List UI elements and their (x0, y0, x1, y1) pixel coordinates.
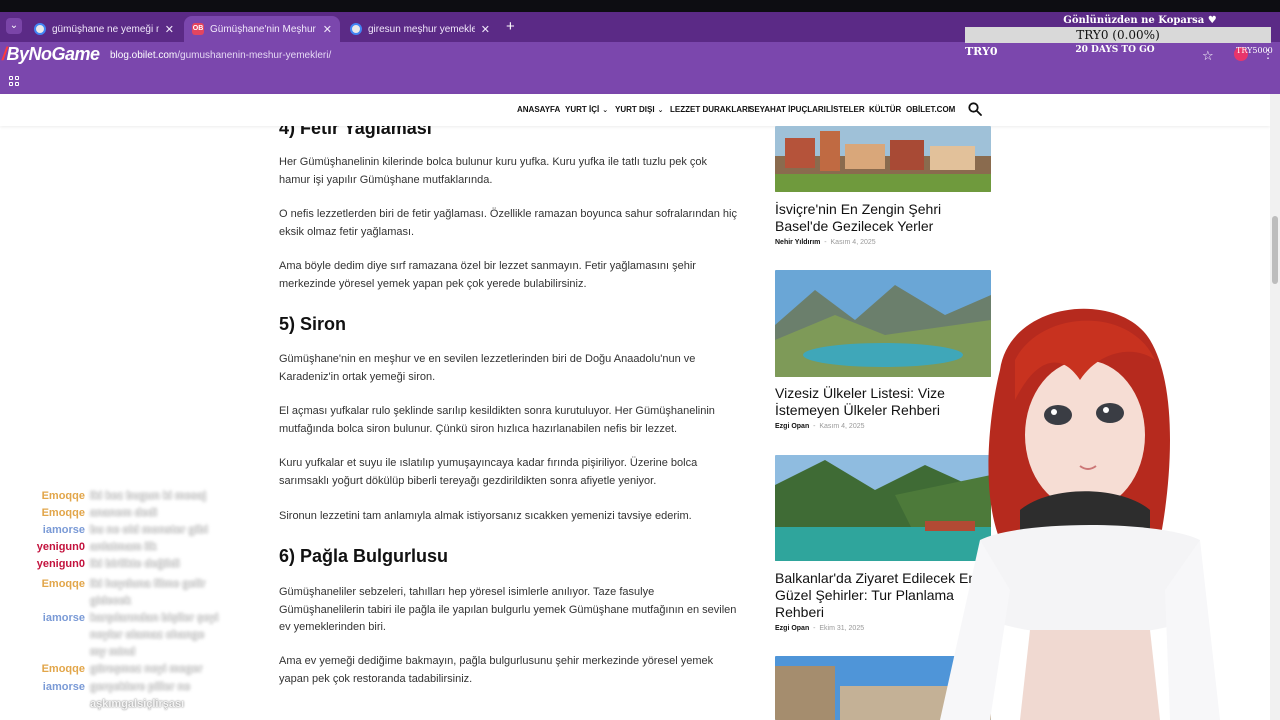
chat-message: iamorse bu ne old monster gibi (30, 524, 208, 542)
paragraph: Ama ev yemeği dediğime bakmayın, pağla b… (279, 655, 714, 685)
chat-username: Emoqqe (41, 490, 85, 502)
chat-username: yenigun0 (36, 541, 85, 553)
card-meta: Nehir Yıldırım - Kasım 4, 2025 (775, 239, 876, 246)
url-field[interactable]: blog.obilet.com/gumushanenin-meshur-yeme… (110, 50, 331, 61)
nav-kultur[interactable]: KÜLTÜR (869, 105, 901, 114)
chat-text: my mind (90, 646, 136, 658)
nav-yurt-ici[interactable]: YURT İÇİ ⌄ (565, 105, 608, 114)
chat-text: gidecek (90, 595, 131, 607)
bookmark-star-icon[interactable]: ☆ (1202, 48, 1214, 64)
chat-text: iki heyduna filme gelir (90, 578, 206, 590)
chat-message: iamorse karşılarından bişiler şeyi (30, 612, 219, 630)
search-icon[interactable] (968, 102, 982, 116)
close-icon[interactable]: ✕ (323, 23, 332, 36)
card-meta: Ezgi Opan - Ekim 31, 2025 (775, 625, 865, 632)
donation-current: TRY0 (965, 45, 998, 58)
nav-seyahat-ipuclari[interactable]: SEYAHAT İPUÇLARI (749, 105, 826, 114)
page-scrollbar[interactable] (1270, 94, 1280, 720)
chat-message: my mind (30, 646, 135, 664)
chat-username: Emoqqe (41, 507, 85, 519)
chevron-down-icon: ⌄ (602, 107, 609, 114)
tab-label: gümüşhane ne yemeği meşhur (52, 23, 159, 35)
heading-pagla-bulgurlusu: 6) Pağla Bulgurlusu (279, 546, 449, 566)
chat-username: iamorse (42, 612, 85, 624)
paragraph: Sironun lezzetini tam anlamıyla almak is… (279, 510, 692, 522)
card-meta: Ezgi Opan - Kasım 4, 2025 (775, 423, 865, 430)
chat-text: iki birlikte değildi (90, 558, 180, 570)
chat-text: gerçeklere piller ne (90, 681, 191, 693)
obilet-icon: OB (192, 23, 204, 35)
heading-siron: 5) Siron (279, 314, 347, 334)
card-image-basel[interactable] (775, 126, 991, 192)
chat-username: yenigun0 (36, 558, 85, 570)
chat-message: iamorse gerçeklere piller ne (30, 681, 190, 699)
donation-days-left: 20 DAYS TO GO (1075, 45, 1155, 55)
tab-label: giresun meşhur yemekleri - Google (368, 23, 475, 35)
chat-username: iamorse (42, 681, 85, 693)
chat-username (30, 698, 85, 716)
vtuber-avatar (940, 308, 1220, 720)
nav-lezzet-duraklari[interactable]: LEZZET DURAKLARI (670, 105, 750, 114)
chat-message: gidecek (30, 595, 131, 613)
chat-text: bu ne old monster gibi (90, 524, 208, 536)
google-icon (350, 23, 362, 35)
tab-label: Gümüşhane'nin Meşhur Lezzetleri (210, 23, 317, 35)
bookmarks-bar (0, 68, 1280, 94)
chat-username (30, 646, 85, 664)
paragraph: El açması yufkalar rulo şeklinde sarılıp… (279, 405, 715, 435)
nav-obilet[interactable]: OBİLET.COM (906, 105, 955, 114)
chat-username: Emoqqe (41, 663, 85, 675)
paragraph: Kuru yufkalar et suyu ile ıslatılıp yumu… (279, 457, 698, 487)
chat-text: neyler olamaz change (90, 629, 205, 641)
top-strip (0, 0, 1280, 12)
chat-text: güreşmez neyi meger (90, 663, 203, 675)
chat-message: aşkımgalsiçlirşası (30, 698, 184, 716)
chat-username: iamorse (42, 524, 85, 536)
chat-message: yenigun0 anlatmam ilk (30, 541, 157, 559)
tab-google-2[interactable]: giresun meşhur yemekleri - Google ✕ (342, 16, 498, 42)
chat-message: yenigun0 iki birlikte değildi (30, 558, 180, 576)
nav-listeler[interactable]: LİSTELER (826, 105, 865, 114)
chat-text: anlatmam ilk (90, 541, 157, 553)
close-icon[interactable]: ✕ (481, 23, 490, 36)
paragraph: Her Gümüşhanelinin kilerinde bolca bulun… (279, 156, 708, 186)
close-icon[interactable]: ✕ (165, 23, 174, 36)
chat-text: ananem dedi (90, 507, 158, 519)
chat-message: Emoqqe iki kez bugun ki mesaj (30, 490, 207, 508)
donation-goal-title: Gönlünüzden ne Koparsa ♥ (1063, 15, 1217, 26)
tab-google-1[interactable]: gümüşhane ne yemeği meşhur ✕ (26, 16, 182, 42)
donation-progress-bar: TRY0 (0.00%) (965, 27, 1271, 43)
card-title[interactable]: İsviçre'nin En Zengin Şehri Basel'de Gez… (775, 201, 991, 235)
chat-text: iki kez bugun ki mesaj (90, 490, 207, 502)
chevron-down-icon: ⌄ (657, 107, 664, 114)
chat-message: Emoqqe güreşmez neyi meger (30, 663, 203, 681)
tab-obilet[interactable]: OB Gümüşhane'nin Meşhur Lezzetleri ✕ (184, 16, 340, 42)
apps-grid-icon[interactable] (9, 76, 19, 86)
chat-username: Emoqqe (41, 578, 85, 590)
chat-message: Emoqqe iki heyduna filme gelir (30, 578, 206, 596)
google-icon (34, 23, 46, 35)
paragraph: Ama böyle dedim diye sırf ramazana özel … (279, 260, 696, 290)
new-tab-button[interactable]: + (506, 18, 515, 35)
donation-target: TRY5000 (1236, 46, 1273, 55)
chat-username (30, 629, 85, 647)
nav-anasayfa[interactable]: ANASAYFA (517, 105, 560, 114)
nav-yurt-disi[interactable]: YURT DIŞI ⌄ (615, 105, 663, 114)
tab-search-button[interactable]: ⌄ (6, 18, 22, 34)
paragraph: Gümüşhane'nin en meşhur ve en sevilen le… (279, 353, 696, 383)
bynogame-logo: /ByNoGame (2, 44, 100, 64)
chat-text: karşılarından bişiler şeyi (90, 612, 219, 624)
chat-message: Emoqqe ananem dedi (30, 507, 158, 525)
chat-username (30, 595, 85, 613)
chat-message: neyler olamaz change (30, 629, 204, 647)
paragraph: Gümüşhaneliler sebzeleri, tahılları hep … (279, 586, 737, 633)
chat-text: aşkımgalsiçlirşası (90, 698, 185, 710)
scrollbar-thumb[interactable] (1272, 216, 1278, 284)
paragraph: O nefis lezzetlerden biri de fetir yağla… (279, 208, 737, 238)
